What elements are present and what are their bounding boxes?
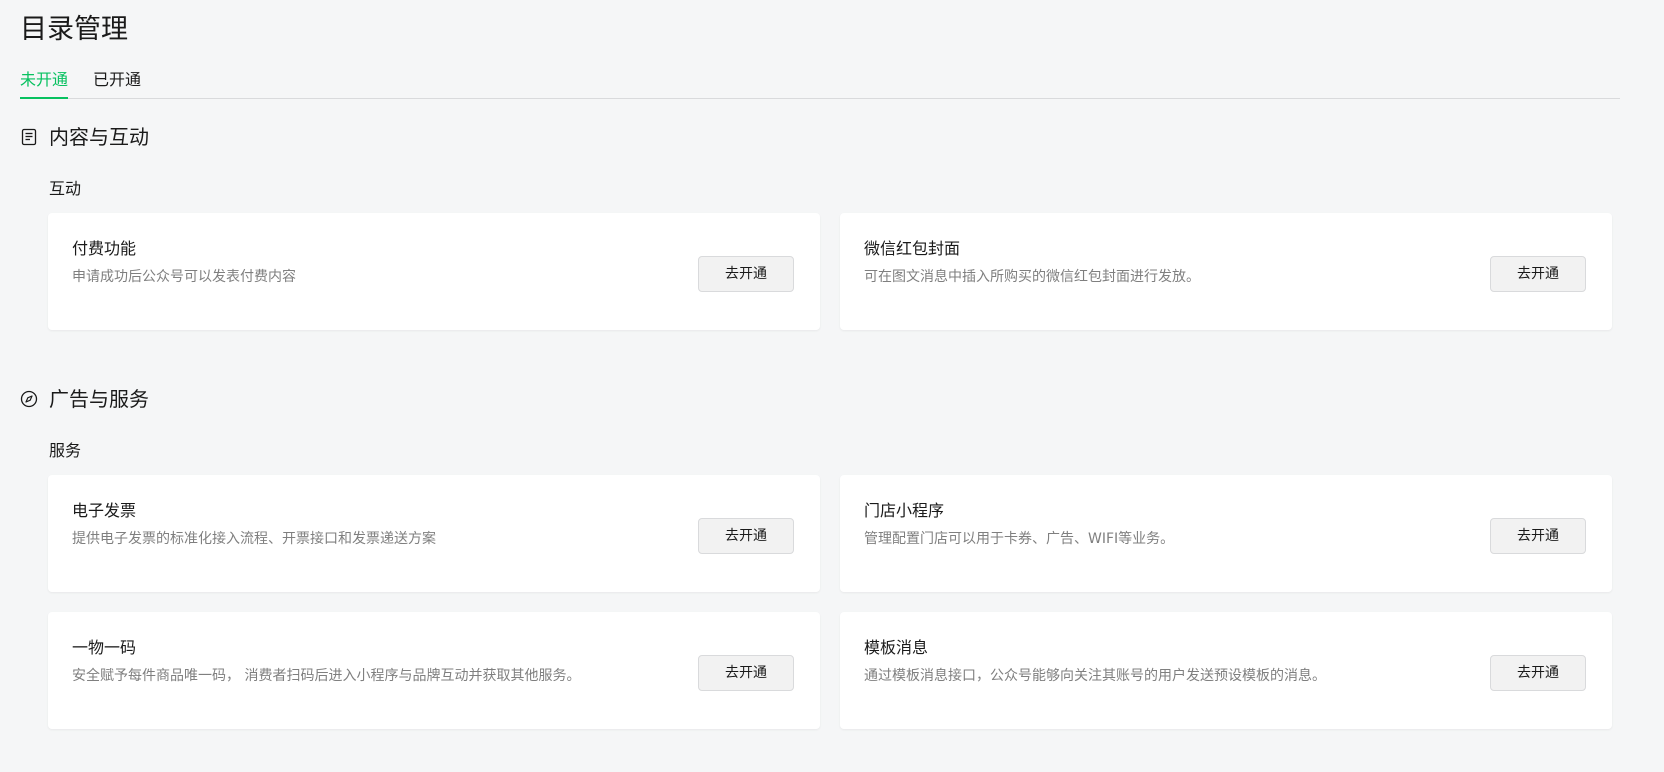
card-one-item-one-code: 一物一码 安全赋予每件商品唯一码， 消费者扫码后进入小程序与品牌互动并获取其他服…	[48, 612, 820, 729]
card-desc: 申请成功后公众号可以发表付费内容	[72, 269, 296, 285]
card-e-invoice: 电子发票 提供电子发票的标准化接入流程、开票接口和发票递送方案 去开通	[48, 475, 820, 592]
enable-e-invoice-button[interactable]: 去开通	[698, 518, 794, 554]
group-title-services: 服务	[49, 441, 82, 460]
card-desc: 通过模板消息接口，公众号能够向关注其账号的用户发送预设模板的消息。	[864, 668, 1326, 684]
enable-red-packet-cover-button[interactable]: 去开通	[1490, 256, 1586, 292]
card-template-message: 模板消息 通过模板消息接口，公众号能够向关注其账号的用户发送预设模板的消息。 去…	[840, 612, 1612, 729]
tab-enabled[interactable]: 已开通	[93, 68, 141, 92]
card-name: 模板消息	[864, 638, 929, 657]
card-name: 微信红包封面	[864, 239, 961, 258]
section-title: 内容与互动	[49, 125, 149, 149]
group-title-interaction: 互动	[49, 179, 82, 198]
card-desc: 可在图文消息中插入所购买的微信红包封面进行发放。	[864, 269, 1200, 285]
card-name: 一物一码	[72, 638, 137, 657]
section-title: 广告与服务	[49, 387, 149, 411]
card-red-packet-cover: 微信红包封面 可在图文消息中插入所购买的微信红包封面进行发放。 去开通	[840, 213, 1612, 330]
tab-bar: 未开通 已开通	[20, 64, 1620, 99]
tab-not-enabled[interactable]: 未开通	[20, 68, 69, 99]
enable-paid-feature-button[interactable]: 去开通	[698, 256, 794, 292]
compass-icon	[20, 390, 38, 408]
card-desc: 提供电子发票的标准化接入流程、开票接口和发票递送方案	[72, 531, 436, 547]
card-name: 门店小程序	[864, 501, 945, 520]
document-icon	[20, 128, 38, 146]
enable-store-mini-program-button[interactable]: 去开通	[1490, 518, 1586, 554]
card-name: 电子发票	[72, 501, 137, 520]
enable-one-item-one-code-button[interactable]: 去开通	[698, 655, 794, 691]
card-name: 付费功能	[72, 239, 137, 258]
card-desc: 安全赋予每件商品唯一码， 消费者扫码后进入小程序与品牌互动并获取其他服务。	[72, 668, 581, 684]
page-title: 目录管理	[20, 14, 128, 45]
card-store-mini-program: 门店小程序 管理配置门店可以用于卡券、广告、WIFI等业务。 去开通	[840, 475, 1612, 592]
card-desc: 管理配置门店可以用于卡券、广告、WIFI等业务。	[864, 531, 1175, 547]
enable-template-message-button[interactable]: 去开通	[1490, 655, 1586, 691]
card-paid-feature: 付费功能 申请成功后公众号可以发表付费内容 去开通	[48, 213, 820, 330]
